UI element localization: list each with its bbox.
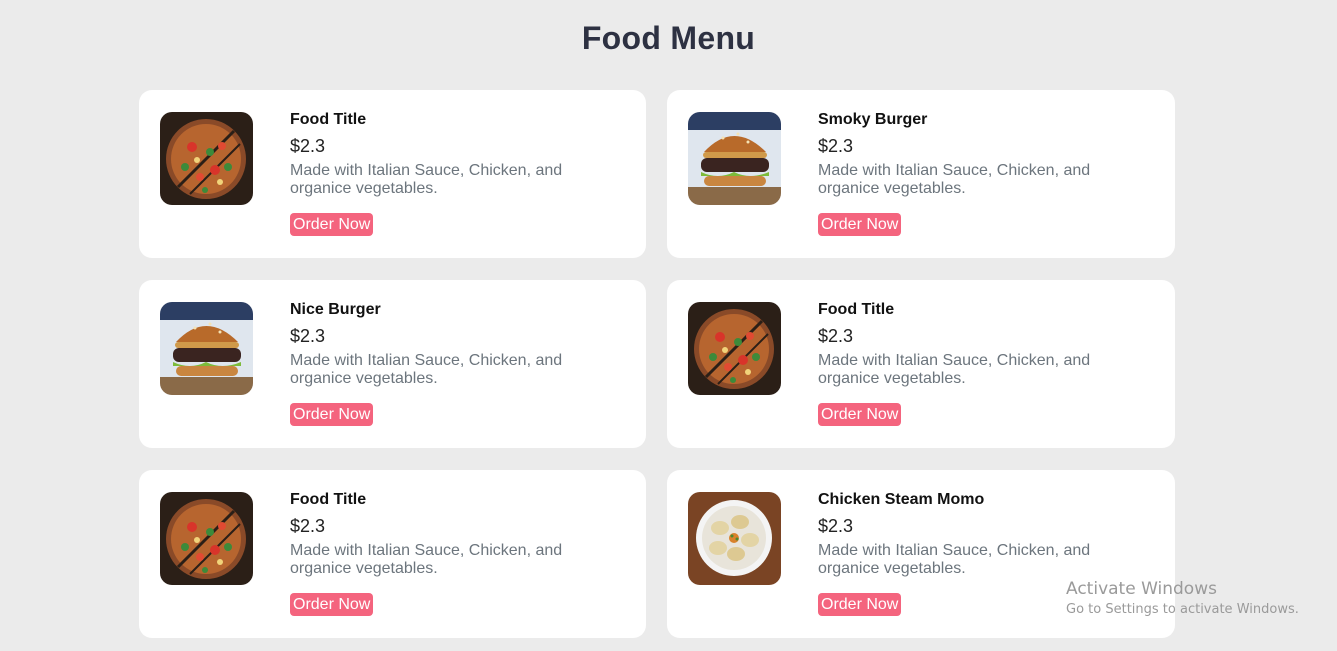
menu-card: Food Title $2.3 Made with Italian Sauce,… [139,470,646,638]
food-price: $2.3 [290,136,326,156]
order-now-button[interactable]: Order Now [290,593,374,616]
food-title: Smoky Burger [818,111,928,128]
page: Food Menu Food Title $2.3 Made with Ital… [0,0,1337,651]
food-price: $2.3 [818,326,854,346]
menu-card-info: Food Title $2.3 Made with Italian Sauce,… [290,111,610,236]
pizza-image [688,302,781,395]
food-price: $2.3 [818,516,854,536]
menu-card: Nice Burger $2.3 Made with Italian Sauce… [139,280,646,448]
menu-card: Smoky Burger $2.3 Made with Italian Sauc… [667,90,1175,258]
order-now-button[interactable]: Order Now [290,213,374,236]
watermark-subtitle: Go to Settings to activate Windows. [1066,602,1299,617]
pizza-image [160,112,253,205]
menu-card-info: Nice Burger $2.3 Made with Italian Sauce… [290,301,610,426]
momo-image [688,492,781,585]
food-price: $2.3 [290,516,326,536]
food-description: Made with Italian Sauce, Chicken, and or… [290,162,563,197]
food-description: Made with Italian Sauce, Chicken, and or… [290,542,563,577]
food-title: Food Title [290,491,367,508]
food-description: Made with Italian Sauce, Chicken, and or… [290,352,563,387]
food-price: $2.3 [818,136,854,156]
burger-image [160,302,253,395]
food-title: Nice Burger [290,301,381,318]
menu-card: Food Title $2.3 Made with Italian Sauce,… [139,90,646,258]
food-title: Chicken Steam Momo [818,491,985,508]
pizza-image [160,492,253,585]
food-description: Made with Italian Sauce, Chicken, and or… [818,162,1091,197]
watermark-title: Activate Windows [1066,579,1217,599]
menu-card-info: Food Title $2.3 Made with Italian Sauce,… [818,301,1138,426]
page-title: Food Menu [581,20,756,56]
food-description: Made with Italian Sauce, Chicken, and or… [818,542,1091,577]
menu-card-info: Food Title $2.3 Made with Italian Sauce,… [290,491,610,616]
order-now-button[interactable]: Order Now [818,593,902,616]
food-title: Food Title [290,111,367,128]
menu-grid: Food Title $2.3 Made with Italian Sauce,… [139,90,1175,638]
order-now-button[interactable]: Order Now [290,403,374,426]
menu-card-info: Smoky Burger $2.3 Made with Italian Sauc… [818,111,1138,236]
order-now-button[interactable]: Order Now [818,213,902,236]
food-price: $2.3 [290,326,326,346]
burger-image [688,112,781,205]
food-description: Made with Italian Sauce, Chicken, and or… [818,352,1091,387]
food-title: Food Title [818,301,895,318]
order-now-button[interactable]: Order Now [818,403,902,426]
activate-windows-watermark: Activate Windows Go to Settings to activ… [1066,578,1299,619]
menu-card: Food Title $2.3 Made with Italian Sauce,… [667,280,1175,448]
